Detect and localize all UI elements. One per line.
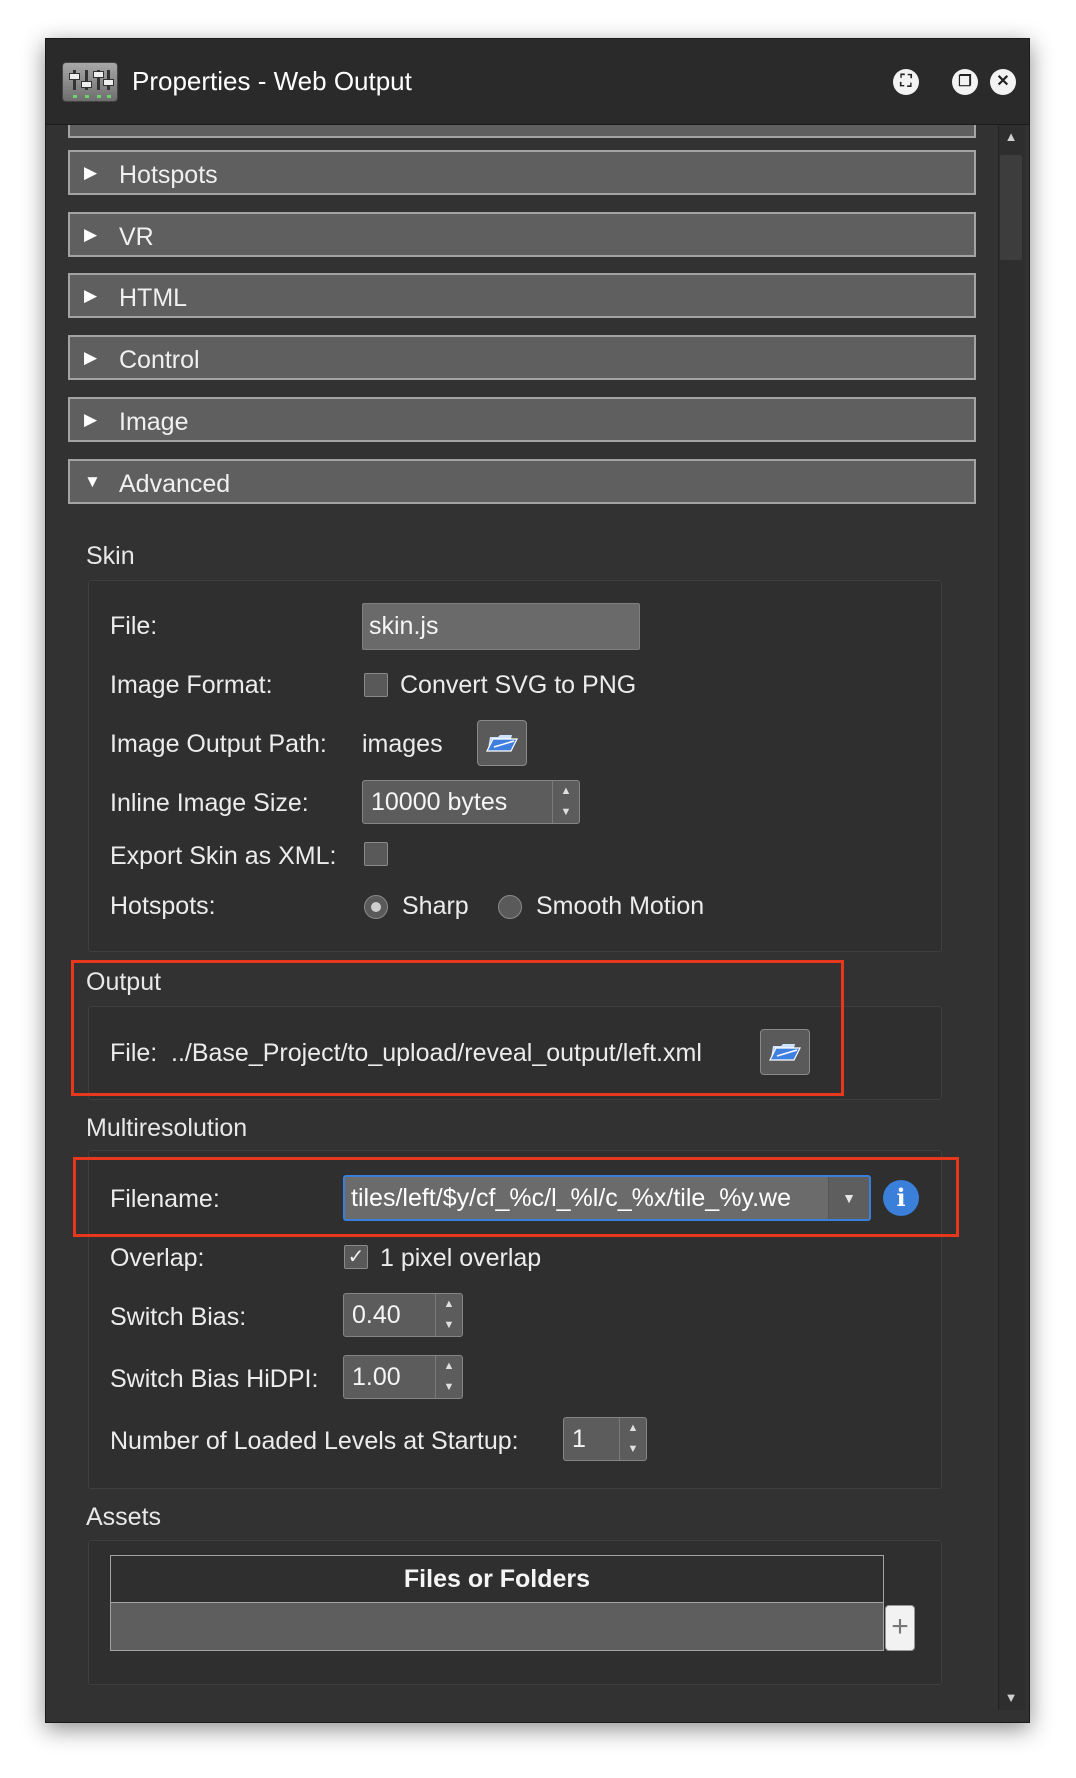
switch-bias-spinbox[interactable]: 0.40 ▲ ▼ xyxy=(343,1293,463,1337)
section-hotspots[interactable]: ▶ Hotspots xyxy=(68,150,976,195)
image-format-label: Image Format: xyxy=(110,671,273,699)
spinbox-arrows-icon[interactable]: ▲ ▼ xyxy=(552,781,579,823)
scroll-up-icon[interactable]: ▲ xyxy=(998,126,1024,148)
section-advanced[interactable]: ▼ Advanced xyxy=(68,459,976,504)
section-label: Hotspots xyxy=(119,161,218,189)
section-html[interactable]: ▶ HTML xyxy=(68,273,976,318)
hotspots-label: Hotspots: xyxy=(110,892,216,920)
loaded-levels-label: Number of Loaded Levels at Startup: xyxy=(110,1427,519,1455)
scrollbar-thumb[interactable] xyxy=(1000,155,1022,260)
spinbox-value: 1 xyxy=(572,1425,586,1453)
overlap-label: Overlap: xyxy=(110,1244,205,1272)
switch-bias-hidpi-label: Switch Bias HiDPI: xyxy=(110,1365,319,1393)
switch-bias-hidpi-spinbox[interactable]: 1.00 ▲ ▼ xyxy=(343,1355,463,1399)
convert-svg-label: Convert SVG to PNG xyxy=(400,671,637,699)
section-header-partial[interactable] xyxy=(68,125,976,138)
export-xml-label: Export Skin as XML: xyxy=(110,842,337,870)
section-control[interactable]: ▶ Control xyxy=(68,335,976,380)
skin-group-title: Skin xyxy=(86,542,135,570)
switch-bias-label: Switch Bias: xyxy=(110,1303,247,1331)
section-label: VR xyxy=(119,223,154,251)
spinbox-arrows-icon[interactable]: ▲ ▼ xyxy=(435,1294,462,1336)
app-icon xyxy=(62,62,118,102)
section-image[interactable]: ▶ Image xyxy=(68,397,976,442)
convert-svg-checkbox[interactable] xyxy=(364,673,388,697)
filename-highlight-box xyxy=(73,1157,959,1237)
spinbox-value: 1.00 xyxy=(352,1363,401,1391)
spinbox-value: 0.40 xyxy=(352,1301,401,1329)
scroll-down-icon[interactable]: ▼ xyxy=(998,1687,1024,1709)
inline-image-size-label: Inline Image Size: xyxy=(110,789,309,817)
output-highlight-box xyxy=(71,960,844,1096)
section-vr[interactable]: ▶ VR xyxy=(68,212,976,257)
close-icon[interactable]: ✕ xyxy=(990,69,1016,95)
spinbox-arrows-icon[interactable]: ▲ ▼ xyxy=(619,1418,646,1460)
check-icon: ✓ xyxy=(347,1246,365,1268)
expand-arrow-icon: ▶ xyxy=(84,410,98,429)
add-asset-button[interactable]: + xyxy=(885,1605,915,1651)
window-title: Properties - Web Output xyxy=(132,66,412,96)
radio-smooth-motion-label: Smooth Motion xyxy=(536,892,705,920)
restore-icon[interactable]: ❐ xyxy=(952,69,978,95)
assets-group-title: Assets xyxy=(86,1503,162,1531)
skin-file-label: File: xyxy=(110,612,158,640)
section-label: Control xyxy=(119,346,200,374)
assets-table-row[interactable] xyxy=(110,1603,884,1651)
multires-group-title: Multiresolution xyxy=(86,1114,248,1142)
image-output-path-value: images xyxy=(362,730,443,758)
folder-icon xyxy=(486,735,518,752)
browse-image-path-button[interactable] xyxy=(477,720,527,766)
radio-dot-icon xyxy=(371,902,381,912)
skin-file-input[interactable]: skin.js xyxy=(362,603,640,650)
section-label: Image xyxy=(119,408,189,436)
image-output-path-label: Image Output Path: xyxy=(110,730,327,758)
expand-arrow-icon: ▶ xyxy=(84,163,98,182)
spinbox-arrows-icon[interactable]: ▲ ▼ xyxy=(435,1356,462,1398)
radio-sharp[interactable] xyxy=(364,895,388,919)
expand-arrow-icon: ▶ xyxy=(84,348,98,367)
spinbox-value: 10000 bytes xyxy=(371,788,508,816)
maximize-icon[interactable]: ⛶ xyxy=(893,69,919,95)
loaded-levels-spinbox[interactable]: 1 ▲ ▼ xyxy=(563,1417,647,1461)
overlap-checkbox[interactable]: ✓ xyxy=(344,1245,368,1269)
export-xml-checkbox[interactable] xyxy=(364,842,388,866)
collapse-arrow-icon: ▼ xyxy=(84,472,101,491)
inline-image-size-spinbox[interactable]: 10000 bytes ▲ ▼ xyxy=(362,780,580,824)
section-label: Advanced xyxy=(119,470,231,498)
expand-arrow-icon: ▶ xyxy=(84,286,98,305)
expand-arrow-icon: ▶ xyxy=(84,225,98,244)
assets-column-header[interactable]: Files or Folders xyxy=(110,1555,884,1603)
section-label: HTML xyxy=(119,284,188,312)
radio-sharp-label: Sharp xyxy=(402,892,469,920)
overlap-option-label: 1 pixel overlap xyxy=(380,1244,542,1272)
radio-smooth-motion[interactable] xyxy=(498,895,522,919)
vertical-scrollbar[interactable] xyxy=(998,125,1025,1710)
